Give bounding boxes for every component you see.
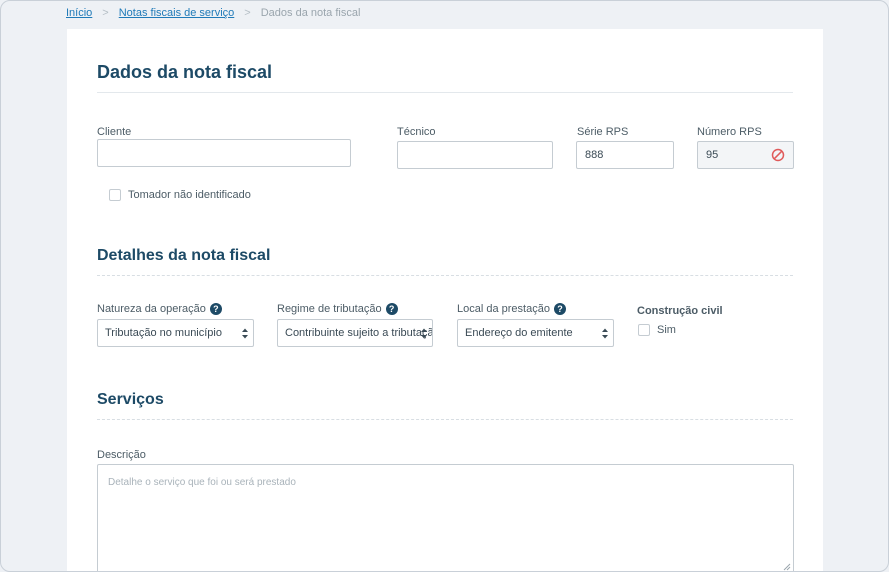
divider [97, 419, 793, 420]
blocked-icon [771, 148, 785, 162]
divider [97, 275, 793, 276]
description-textarea[interactable]: Detalhe o serviço que foi ou será presta… [97, 464, 794, 571]
client-input[interactable] [97, 139, 351, 167]
rps-number-input: 95 [697, 141, 794, 169]
operation-nature-select[interactable]: Tributação no município [97, 319, 254, 347]
unidentified-taker-label: Tomador não identificado [128, 189, 251, 201]
tax-regime-label: Regime de tributação ? [277, 303, 398, 315]
operation-nature-value: Tributação no município [105, 327, 222, 339]
breadcrumb-separator: > [102, 7, 109, 19]
description-placeholder: Detalhe o serviço que foi ou será presta… [108, 477, 296, 488]
breadcrumb-separator: > [244, 7, 251, 19]
breadcrumb-invoices-link[interactable]: Notas fiscais de serviço [119, 7, 235, 19]
form-card: Dados da nota fiscal Cliente Técnico Sér… [67, 29, 823, 571]
technician-label: Técnico [397, 126, 436, 138]
rps-number-label: Número RPS [697, 126, 762, 138]
client-label: Cliente [97, 126, 132, 138]
rps-series-input[interactable]: 888 [576, 141, 674, 169]
tax-regime-label-text: Regime de tributação [277, 303, 382, 315]
divider [97, 92, 793, 93]
description-label: Descrição [97, 449, 146, 461]
service-location-label-text: Local da prestação [457, 303, 550, 315]
operation-nature-label: Natureza da operação ? [97, 303, 222, 315]
technician-input[interactable] [397, 141, 553, 169]
select-arrows-icon [602, 328, 608, 339]
rps-number-value: 95 [706, 149, 719, 161]
breadcrumb-home-link[interactable]: Início [66, 7, 92, 19]
construction-checkbox[interactable] [638, 324, 650, 336]
help-icon[interactable]: ? [553, 303, 566, 315]
rps-series-label: Série RPS [577, 126, 629, 138]
service-location-value: Endereço do emitente [465, 327, 573, 339]
tax-regime-value: Contribuinte sujeito a tributação [285, 327, 433, 339]
help-icon[interactable]: ? [385, 303, 398, 315]
page-title: Dados da nota fiscal [97, 62, 273, 82]
unidentified-taker-option[interactable]: Tomador não identificado [109, 189, 251, 201]
resize-handle-icon[interactable] [783, 563, 791, 571]
construction-label: Construção civil [637, 305, 723, 317]
breadcrumb: Início > Notas fiscais de serviço > Dado… [66, 7, 360, 19]
tax-regime-select[interactable]: Contribuinte sujeito a tributação [277, 319, 433, 347]
help-icon[interactable]: ? [209, 303, 222, 315]
invoice-details-title: Detalhes da nota fiscal [97, 247, 271, 264]
unidentified-taker-checkbox[interactable] [109, 189, 121, 201]
app-frame: Início > Notas fiscais de serviço > Dado… [0, 0, 889, 572]
construction-option-label: Sim [657, 324, 676, 336]
breadcrumb-current: Dados da nota fiscal [260, 7, 361, 19]
operation-nature-label-text: Natureza da operação [97, 303, 206, 315]
construction-option[interactable]: Sim [638, 324, 676, 336]
services-title: Serviços [97, 391, 164, 408]
select-arrows-icon [421, 328, 427, 339]
select-arrows-icon [242, 328, 248, 339]
service-location-select[interactable]: Endereço do emitente [457, 319, 614, 347]
service-location-label: Local da prestação ? [457, 303, 566, 315]
